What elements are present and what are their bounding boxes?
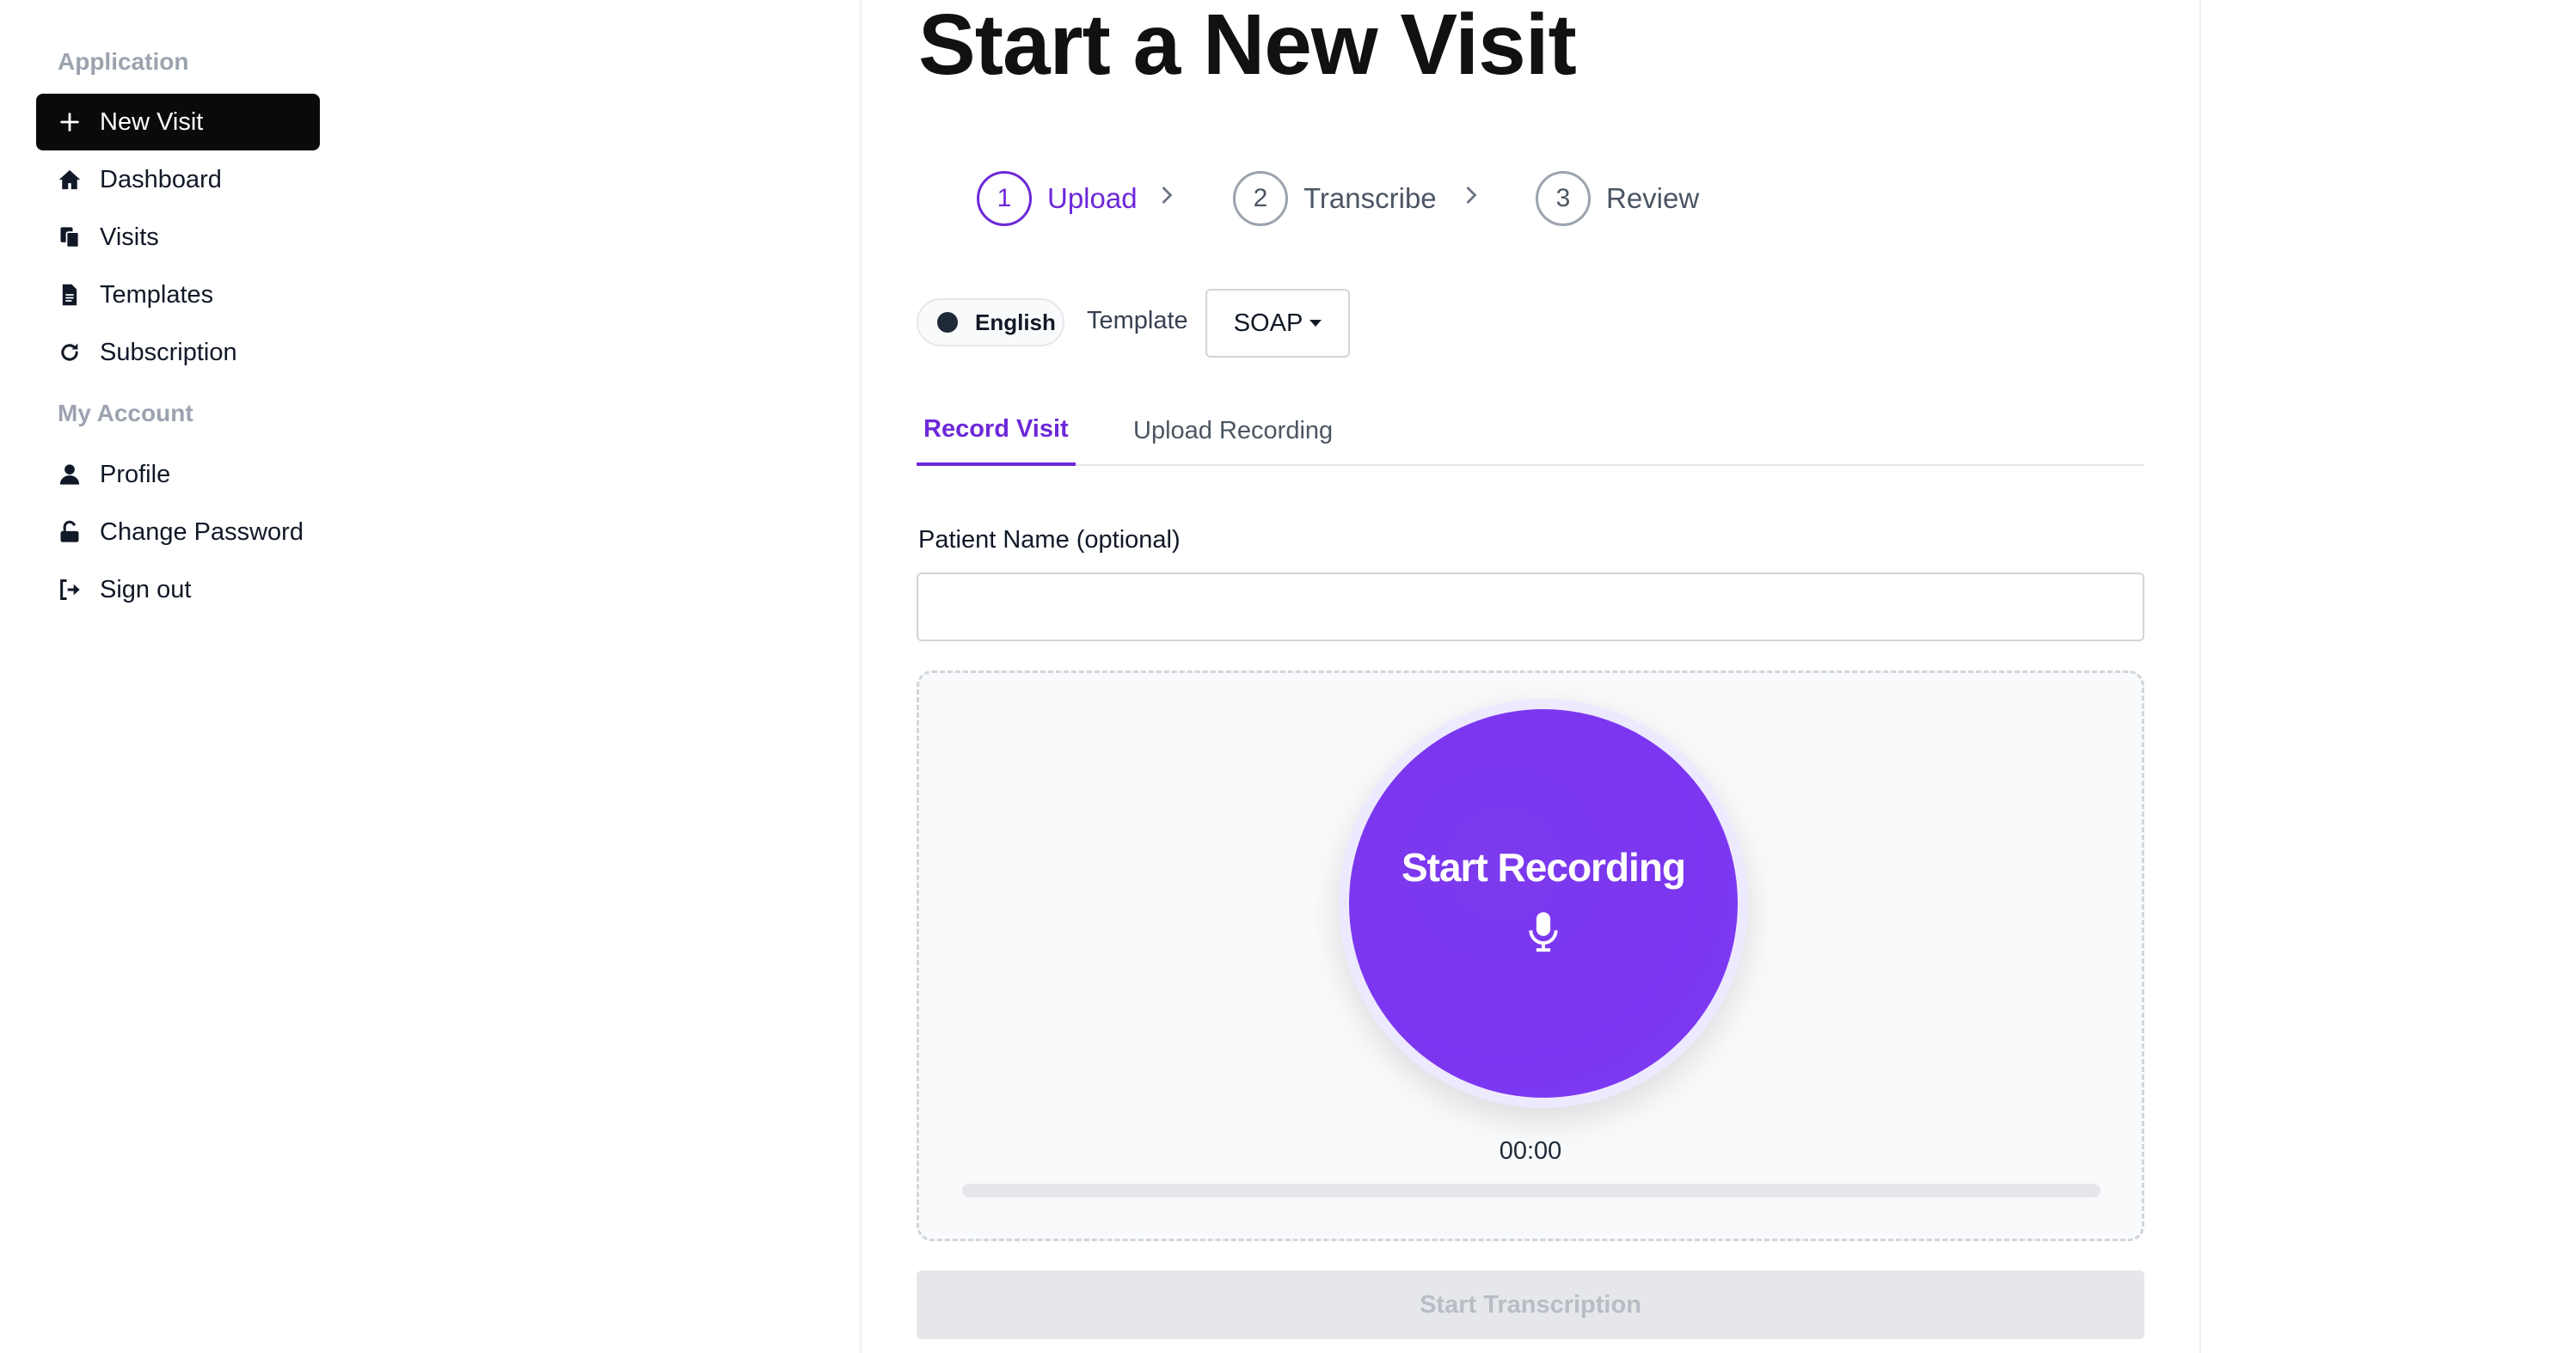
plus-icon <box>57 109 83 135</box>
document-icon <box>57 282 83 308</box>
sidebar-item-dashboard[interactable]: Dashboard <box>36 151 320 208</box>
step-upload[interactable]: 1 Upload <box>977 170 1138 227</box>
tab-record-visit[interactable]: Record Visit <box>917 395 1076 466</box>
patient-name-input[interactable] <box>917 572 2144 641</box>
step-transcribe[interactable]: 2 Transcribe <box>1233 170 1437 227</box>
sidebar-item-subscription[interactable]: Subscription <box>36 324 320 381</box>
sidebar-item-visits[interactable]: Visits <box>36 209 320 266</box>
lock-icon <box>57 519 83 545</box>
toggle-knob-icon <box>937 312 958 333</box>
sidebar-item-label: Templates <box>100 280 214 309</box>
step-label: Upload <box>1047 182 1138 214</box>
start-recording-button[interactable]: Start Recording <box>1349 709 1738 1098</box>
sidebar-item-label: Profile <box>100 460 171 488</box>
step-label: Transcribe <box>1303 182 1437 214</box>
chevron-right-icon <box>1159 182 1185 213</box>
recording-progress-bar <box>962 1184 2101 1197</box>
tab-bar: Record Visit Upload Recording <box>917 395 2144 466</box>
recording-timer: 00:00 <box>1499 1137 1562 1165</box>
sidebar-item-new-visit[interactable]: New Visit <box>36 94 320 150</box>
copy-icon <box>57 224 83 250</box>
page-title: Start a New Visit <box>918 0 1577 93</box>
section-label-my-account: My Account <box>58 400 193 426</box>
start-transcription-button[interactable]: Start Transcription <box>917 1270 2144 1339</box>
sign-out-icon <box>57 577 83 603</box>
sidebar: Application New Visit Dashboard Visits T… <box>0 0 344 1353</box>
template-value: SOAP <box>1233 309 1303 337</box>
sidebar-item-change-password[interactable]: Change Password <box>36 504 320 560</box>
start-recording-label: Start Recording <box>1401 845 1686 890</box>
caret-down-icon <box>1309 320 1322 327</box>
step-number: 2 <box>1233 171 1288 226</box>
step-label: Review <box>1606 182 1700 214</box>
template-select[interactable]: SOAP <box>1205 289 1350 358</box>
microphone-icon <box>1529 912 1558 952</box>
language-label: English <box>975 309 1056 335</box>
sidebar-item-label: Dashboard <box>100 165 222 193</box>
sidebar-item-label: Sign out <box>100 575 192 603</box>
step-number: 3 <box>1536 171 1591 226</box>
sidebar-item-sign-out[interactable]: Sign out <box>36 561 320 618</box>
tab-upload-recording[interactable]: Upload Recording <box>1133 395 1333 466</box>
sidebar-item-label: Visits <box>100 223 159 251</box>
main-content: Start a New Visit 1 Upload 2 Transcribe … <box>860 0 2201 1353</box>
step-number: 1 <box>977 171 1032 226</box>
sidebar-item-label: New Visit <box>100 107 204 136</box>
patient-name-label: Patient Name (optional) <box>918 526 1181 554</box>
sidebar-item-label: Change Password <box>100 517 304 546</box>
refresh-icon <box>57 340 83 365</box>
sidebar-item-templates[interactable]: Templates <box>36 266 320 323</box>
template-label: Template <box>1087 307 1188 334</box>
sidebar-item-profile[interactable]: Profile <box>36 446 320 503</box>
language-toggle[interactable]: English <box>917 298 1064 346</box>
home-icon <box>57 167 83 193</box>
user-icon <box>57 462 83 487</box>
recording-area: Start Recording 00:00 <box>917 670 2144 1241</box>
chevron-right-icon <box>1463 182 1489 213</box>
section-label-application: Application <box>58 48 189 75</box>
sidebar-item-label: Subscription <box>100 338 237 366</box>
step-review[interactable]: 3 Review <box>1536 170 1699 227</box>
